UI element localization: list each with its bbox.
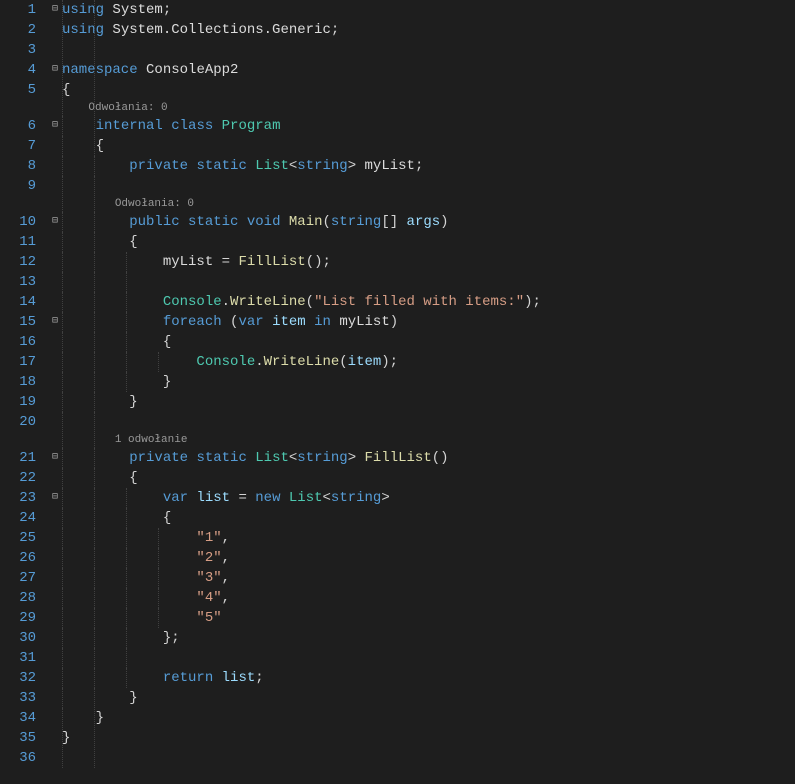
code-line[interactable]: } xyxy=(62,372,795,392)
fold-toggle-icon[interactable]: ⊟ xyxy=(48,448,62,468)
line-number: 30 xyxy=(0,628,36,648)
line-number: 18 xyxy=(0,372,36,392)
code-line[interactable]: namespace ConsoleApp2 xyxy=(62,60,795,80)
fold-toggle-icon[interactable]: ⊟ xyxy=(48,488,62,508)
line-number: 16 xyxy=(0,332,36,352)
fold-gutter: ⊟ ⊟ ⊟ ⊟ ⊟ ⊟ ⊟ xyxy=(48,0,62,768)
line-number: 4 xyxy=(0,60,36,80)
codelens-references[interactable]: Odwołania: 0 xyxy=(62,196,795,212)
code-line[interactable]: "4", xyxy=(62,588,795,608)
code-line[interactable]: Console.WriteLine(item); xyxy=(62,352,795,372)
code-line[interactable]: { xyxy=(62,136,795,156)
fold-toggle-icon[interactable]: ⊟ xyxy=(48,212,62,232)
line-number: 14 xyxy=(0,292,36,312)
line-number: 11 xyxy=(0,232,36,252)
line-number: 24 xyxy=(0,508,36,528)
code-line[interactable]: { xyxy=(62,508,795,528)
line-number: 25 xyxy=(0,528,36,548)
fold-toggle-icon[interactable]: ⊟ xyxy=(48,0,62,20)
line-number: 22 xyxy=(0,468,36,488)
line-number: 26 xyxy=(0,548,36,568)
code-line[interactable] xyxy=(62,176,795,196)
code-line[interactable]: } xyxy=(62,392,795,412)
code-line[interactable]: internal class Program xyxy=(62,116,795,136)
code-line[interactable]: foreach (var item in myList) xyxy=(62,312,795,332)
line-number: 36 xyxy=(0,748,36,768)
code-line[interactable]: { xyxy=(62,80,795,100)
code-area[interactable]: using System; using System.Collections.G… xyxy=(62,0,795,768)
code-line[interactable]: "2", xyxy=(62,548,795,568)
code-editor[interactable]: 1 2 3 4 5 6 7 8 9 10 11 12 13 14 15 16 1… xyxy=(0,0,795,768)
line-number: 10 xyxy=(0,212,36,232)
line-number-gutter: 1 2 3 4 5 6 7 8 9 10 11 12 13 14 15 16 1… xyxy=(0,0,48,768)
code-line[interactable] xyxy=(62,272,795,292)
line-number: 23 xyxy=(0,488,36,508)
code-line[interactable]: "5" xyxy=(62,608,795,628)
line-number: 12 xyxy=(0,252,36,272)
line-number: 7 xyxy=(0,136,36,156)
code-line[interactable]: { xyxy=(62,332,795,352)
line-number: 5 xyxy=(0,80,36,100)
code-line[interactable]: { xyxy=(62,232,795,252)
fold-toggle-icon[interactable]: ⊟ xyxy=(48,312,62,332)
line-number: 31 xyxy=(0,648,36,668)
line-number: 9 xyxy=(0,176,36,196)
line-number: 33 xyxy=(0,688,36,708)
code-line[interactable]: private static List<string> FillList() xyxy=(62,448,795,468)
line-number: 27 xyxy=(0,568,36,588)
code-line[interactable]: } xyxy=(62,728,795,748)
code-line[interactable]: } xyxy=(62,688,795,708)
line-number: 15 xyxy=(0,312,36,332)
code-line[interactable]: using System.Collections.Generic; xyxy=(62,20,795,40)
line-number: 2 xyxy=(0,20,36,40)
line-number: 13 xyxy=(0,272,36,292)
code-line[interactable]: private static List<string> myList; xyxy=(62,156,795,176)
fold-toggle-icon[interactable]: ⊟ xyxy=(48,60,62,80)
fold-toggle-icon[interactable]: ⊟ xyxy=(48,116,62,136)
line-number: 1 xyxy=(0,0,36,20)
code-line[interactable]: var list = new List<string> xyxy=(62,488,795,508)
code-line[interactable]: "3", xyxy=(62,568,795,588)
line-number: 20 xyxy=(0,412,36,432)
code-line[interactable]: Console.WriteLine("List filled with item… xyxy=(62,292,795,312)
codelens-references[interactable]: Odwołania: 0 xyxy=(62,100,795,116)
code-line[interactable] xyxy=(62,748,795,768)
code-line[interactable] xyxy=(62,648,795,668)
line-number: 3 xyxy=(0,40,36,60)
code-line[interactable] xyxy=(62,40,795,60)
code-line[interactable]: myList = FillList(); xyxy=(62,252,795,272)
code-line[interactable]: public static void Main(string[] args) xyxy=(62,212,795,232)
code-line[interactable]: }; xyxy=(62,628,795,648)
code-line[interactable]: return list; xyxy=(62,668,795,688)
line-number: 29 xyxy=(0,608,36,628)
line-number: 21 xyxy=(0,448,36,468)
line-number: 8 xyxy=(0,156,36,176)
line-number: 6 xyxy=(0,116,36,136)
line-number: 35 xyxy=(0,728,36,748)
codelens-references[interactable]: 1 odwołanie xyxy=(62,432,795,448)
code-line[interactable]: "1", xyxy=(62,528,795,548)
code-line[interactable]: { xyxy=(62,468,795,488)
code-line[interactable]: using System; xyxy=(62,0,795,20)
line-number: 17 xyxy=(0,352,36,372)
code-line[interactable] xyxy=(62,412,795,432)
line-number: 19 xyxy=(0,392,36,412)
line-number: 28 xyxy=(0,588,36,608)
line-number: 32 xyxy=(0,668,36,688)
line-number: 34 xyxy=(0,708,36,728)
code-line[interactable]: } xyxy=(62,708,795,728)
